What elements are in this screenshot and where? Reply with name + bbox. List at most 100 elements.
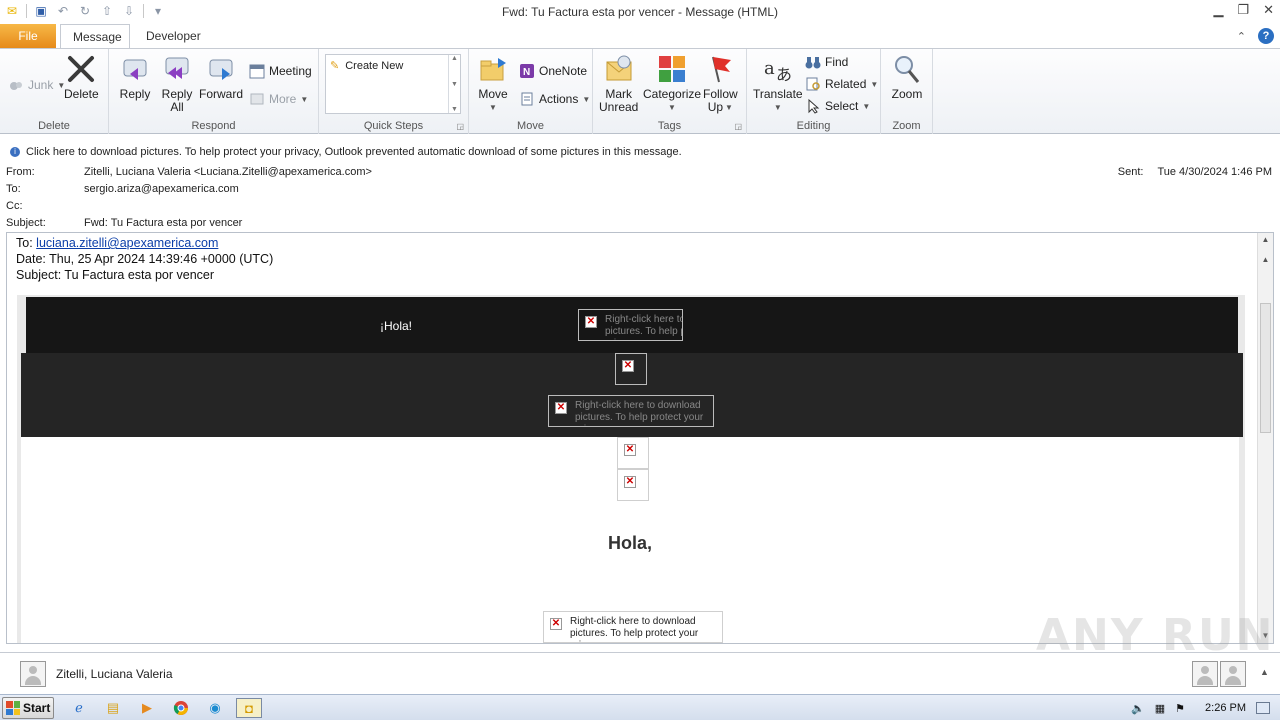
broken-image-icon: ✕ xyxy=(622,360,634,372)
outlook-taskbar-icon[interactable]: ◘ xyxy=(236,698,262,718)
tab-message[interactable]: Message xyxy=(60,24,130,48)
expand-icon[interactable]: ▼ xyxy=(451,106,458,113)
avatar[interactable] xyxy=(1220,661,1246,687)
meeting-button[interactable]: Meeting xyxy=(249,63,312,79)
broken-image-icon: ✕ xyxy=(555,402,567,414)
chevron-down-icon[interactable]: ▼ xyxy=(451,81,458,88)
select-button[interactable]: Select ▼ xyxy=(805,98,870,114)
delete-button[interactable]: Delete xyxy=(64,53,99,101)
quick-steps-gallery[interactable]: ✎ Create New ▲ ▼ ▼ xyxy=(325,54,461,114)
media-player-icon[interactable]: ▶ xyxy=(136,698,158,718)
onenote-button[interactable]: N OneNote xyxy=(519,63,587,79)
blocked-image[interactable]: ✕ Right-click here to download pictures.… xyxy=(578,309,683,341)
blocked-image[interactable]: ✕ xyxy=(617,437,649,469)
actions-button[interactable]: Actions ▼ xyxy=(519,91,590,107)
find-button[interactable]: Find xyxy=(805,54,848,70)
follow-up-button[interactable]: Follow Up ▼ xyxy=(703,53,738,114)
translate-icon: aあ xyxy=(762,53,794,85)
forwarded-to-link[interactable]: luciana.zitelli@apexamerica.com xyxy=(36,236,218,250)
translate-label: Translate xyxy=(753,87,803,101)
blocked-image[interactable]: ✕ xyxy=(617,469,649,501)
greeting-heading: Hola, xyxy=(607,533,652,553)
chevron-up-icon[interactable]: ⌃ xyxy=(1237,30,1246,43)
categorize-button[interactable]: Categorize ▼ xyxy=(643,53,701,114)
quick-step-create-new[interactable]: ✎ Create New xyxy=(330,59,403,73)
chevron-down-icon: ▼ xyxy=(300,94,309,104)
forwarded-header: To: luciana.zitelli@apexamerica.com Date… xyxy=(16,235,273,283)
tab-file[interactable]: File xyxy=(0,24,56,48)
forwarded-to-label: To: xyxy=(16,236,33,250)
quick-steps-scroll[interactable]: ▲ ▼ ▼ xyxy=(448,55,460,113)
from-value[interactable]: Zitelli, Luciana Valeria <Luciana.Zitell… xyxy=(84,166,372,178)
start-button[interactable]: Start xyxy=(2,697,54,719)
move-button[interactable]: Move ▼ xyxy=(477,53,509,114)
delete-label: Delete xyxy=(64,87,99,101)
chevron-up-icon[interactable]: ▲ xyxy=(451,55,458,62)
group-label-zoom: Zoom xyxy=(892,120,921,132)
avatar[interactable] xyxy=(20,661,46,687)
chevron-down-icon: ▼ xyxy=(668,103,676,112)
dialog-launcher-icon[interactable]: ◲ xyxy=(456,122,464,131)
volume-icon[interactable]: 🔈 xyxy=(1131,702,1145,715)
internet-explorer-icon[interactable]: ℯ xyxy=(68,698,90,718)
download-pictures-infobar[interactable]: i Click here to download pictures. To he… xyxy=(0,143,1280,161)
to-value[interactable]: sergio.ariza@apexamerica.com xyxy=(84,183,239,195)
file-explorer-icon[interactable]: ▤ xyxy=(102,698,124,718)
cc-label: Cc: xyxy=(6,200,23,212)
from-label: From: xyxy=(6,166,35,178)
reply-button[interactable]: Reply xyxy=(119,53,151,101)
network-icon[interactable]: ▦ xyxy=(1155,702,1165,715)
clock[interactable]: 2:26 PM xyxy=(1205,702,1246,714)
ribbon-tabs: File Message Developer ⌃ ? xyxy=(0,24,1280,48)
title-bar: ✉ ▣ ↶ ↻ ⇧ ⇩ ▾ Fwd: Tu Factura esta por v… xyxy=(0,0,1280,24)
follow-up-label-2: Up xyxy=(707,100,724,114)
group-quick-steps: ✎ Create New ▲ ▼ ▼ Quick Steps ◲ xyxy=(319,49,469,134)
blocked-image[interactable]: ✕ Right-click here to download pictures.… xyxy=(543,611,723,643)
blocked-image-text: Right-click here to download pictures. T… xyxy=(570,616,699,642)
create-new-icon: ✎ xyxy=(330,60,340,72)
scroll-thumb[interactable] xyxy=(1260,303,1271,433)
actions-icon xyxy=(519,91,535,107)
sender-name[interactable]: Zitelli, Luciana Valeria xyxy=(56,667,173,681)
zoom-button[interactable]: Zoom xyxy=(891,53,923,101)
dialog-launcher-icon[interactable]: ◲ xyxy=(734,122,742,131)
junk-label: Junk xyxy=(28,78,54,92)
actions-label: Actions xyxy=(539,92,579,106)
message-body[interactable]: To: luciana.zitelli@apexamerica.com Date… xyxy=(6,232,1274,644)
group-delete: Junk ▼ Delete Delete xyxy=(0,49,109,134)
people-pane: Zitelli, Luciana Valeria ▲ xyxy=(0,652,1280,694)
forward-button[interactable]: Forward xyxy=(199,53,243,101)
avatar[interactable] xyxy=(1192,661,1218,687)
broken-image-icon: ✕ xyxy=(585,316,597,328)
translate-button[interactable]: aあ Translate ▼ xyxy=(753,53,803,114)
chrome-icon[interactable] xyxy=(170,698,192,718)
blocked-image-text: Right-click here to download pictures. T… xyxy=(605,314,682,340)
reply-all-button[interactable]: Reply All xyxy=(161,53,193,114)
chevron-up-icon[interactable]: ▲ xyxy=(1260,667,1269,677)
junk-button[interactable]: Junk ▼ xyxy=(8,77,65,93)
broken-image-icon: ✕ xyxy=(550,618,562,630)
scroll-up-icon[interactable]: ▲ xyxy=(1258,253,1273,267)
find-label: Find xyxy=(825,55,849,69)
windows-logo-icon xyxy=(6,701,20,715)
action-center-icon[interactable]: ⚑ xyxy=(1175,702,1185,715)
show-desktop-icon[interactable] xyxy=(1256,702,1270,714)
chevron-down-icon: ▼ xyxy=(489,103,497,112)
scroll-up-icon[interactable]: ▲ xyxy=(1258,233,1273,247)
close-icon[interactable]: ✕ xyxy=(1263,2,1274,18)
blocked-image[interactable]: ✕ Right-click here to download pictures.… xyxy=(548,395,714,427)
group-label-editing: Editing xyxy=(796,120,831,132)
vertical-scrollbar[interactable]: ▲ ▲ ▼ xyxy=(1257,233,1273,643)
chevron-down-icon: ▼ xyxy=(870,79,879,89)
edge-icon[interactable]: ◉ xyxy=(204,698,226,718)
mark-unread-button[interactable]: Mark Unread xyxy=(599,53,638,114)
help-icon[interactable]: ? xyxy=(1258,28,1274,44)
related-button[interactable]: Related ▼ xyxy=(805,76,878,92)
restore-icon[interactable]: ❐ xyxy=(1237,2,1249,18)
more-respond-button[interactable]: More ▼ xyxy=(249,91,308,107)
blocked-image[interactable]: ✕ xyxy=(615,353,647,385)
minimize-icon[interactable]: ▁ xyxy=(1213,2,1223,18)
mark-unread-icon xyxy=(603,53,635,85)
tab-developer[interactable]: Developer xyxy=(134,24,213,48)
group-label-tags: Tags xyxy=(657,120,682,132)
